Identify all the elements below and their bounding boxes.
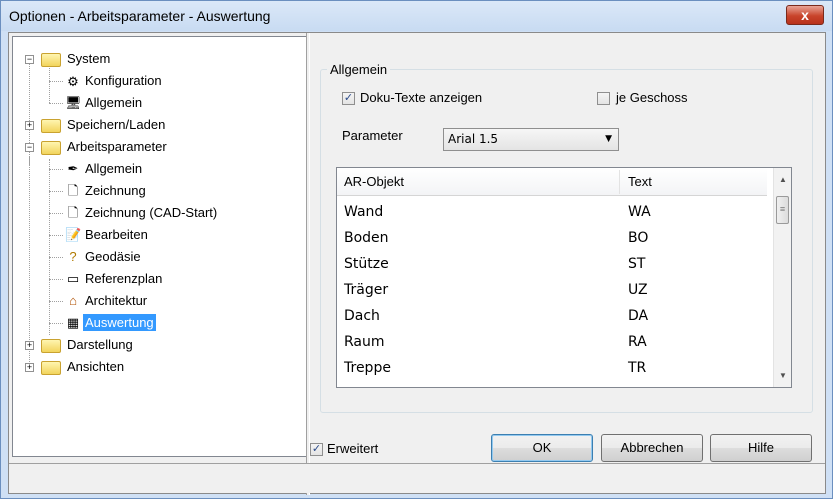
row-text: BO bbox=[628, 230, 649, 246]
list-vertical-scrollbar[interactable]: ▲ ≡ ▼ bbox=[773, 168, 791, 387]
options-dialog: Optionen - Arbeitsparameter - Auswertung… bbox=[0, 0, 833, 499]
hilfe-button[interactable]: Hilfe bbox=[710, 434, 812, 462]
doku-texte-checkbox[interactable]: ✓ bbox=[342, 92, 355, 105]
folder-icon bbox=[41, 119, 61, 133]
row-text: DA bbox=[628, 308, 649, 324]
row-object: Boden bbox=[344, 230, 389, 246]
row-text: UZ bbox=[628, 282, 648, 298]
parameter-select[interactable]: Arial 1.5 ▼ bbox=[443, 128, 619, 151]
close-icon: x bbox=[801, 7, 809, 23]
tree-item-speichern-laden[interactable]: Speichern/Laden bbox=[65, 115, 167, 135]
evaluation-icon: ▦ bbox=[66, 315, 80, 330]
list-header: AR-Objekt Text bbox=[337, 168, 767, 196]
tree-item-system-allgemein[interactable]: Allgemein bbox=[83, 93, 144, 113]
table-row[interactable]: Dach DA bbox=[337, 303, 767, 329]
tree-item-bearbeiten[interactable]: Bearbeiten bbox=[83, 225, 150, 245]
table-row[interactable]: Treppe TR bbox=[337, 355, 767, 381]
tree-item-zeichnung[interactable]: Zeichnung bbox=[83, 181, 148, 201]
close-button[interactable]: x bbox=[786, 5, 824, 25]
table-row[interactable]: Träger UZ bbox=[337, 277, 767, 303]
pen-icon: ✒ bbox=[67, 161, 79, 176]
tree-item-ansichten[interactable]: Ansichten bbox=[65, 357, 126, 377]
monitor-icon: 🖥 bbox=[65, 95, 82, 110]
table-row[interactable]: Stütze ST bbox=[337, 251, 767, 277]
expand-speichern-icon[interactable]: + bbox=[25, 121, 34, 130]
erweitert-checkbox[interactable]: ✓ bbox=[310, 443, 323, 456]
erweitert-label[interactable]: Erweitert bbox=[327, 441, 378, 456]
status-bar bbox=[9, 463, 825, 493]
scroll-up-icon[interactable]: ▲ bbox=[775, 172, 791, 188]
expand-darstellung-icon[interactable]: + bbox=[25, 341, 34, 350]
reference-plan-icon: ▭ bbox=[66, 271, 80, 286]
row-text: RA bbox=[628, 334, 647, 350]
row-object: Stütze bbox=[344, 256, 389, 272]
geodesy-icon: ? bbox=[69, 249, 77, 264]
je-geschoss-label[interactable]: je Geschoss bbox=[616, 90, 688, 105]
panel-splitter[interactable] bbox=[306, 33, 310, 495]
parameter-label: Parameter bbox=[342, 128, 403, 143]
chevron-down-icon: ▼ bbox=[605, 134, 612, 144]
tree-item-system[interactable]: System bbox=[65, 49, 112, 69]
configuration-icon: ⚙ bbox=[67, 74, 79, 89]
collapse-system-icon[interactable]: − bbox=[25, 55, 34, 64]
tree-item-zeichnung-cad-start[interactable]: Zeichnung (CAD-Start) bbox=[83, 203, 219, 223]
ok-button[interactable]: OK bbox=[491, 434, 593, 462]
je-geschoss-checkbox[interactable] bbox=[597, 92, 610, 105]
folder-open-icon bbox=[41, 53, 61, 67]
dialog-client-area: − System ⚙ Konfiguration 🖥 Allgemein + S… bbox=[8, 32, 826, 495]
tree-item-arbeitsparameter[interactable]: Arbeitsparameter bbox=[65, 137, 169, 157]
collapse-arbeitsparameter-icon[interactable]: − bbox=[25, 143, 34, 152]
row-object: Wand bbox=[344, 204, 384, 220]
ar-objekt-list[interactable]: AR-Objekt Text Wand WA Boden BO Stütze S… bbox=[336, 167, 792, 388]
row-object: Dach bbox=[344, 308, 380, 324]
expand-ansichten-icon[interactable]: + bbox=[25, 363, 34, 372]
groupbox-title: Allgemein bbox=[327, 62, 391, 77]
row-text: WA bbox=[628, 204, 651, 220]
edit-icon: 📝 bbox=[65, 227, 82, 242]
window-title: Optionen - Arbeitsparameter - Auswertung bbox=[9, 8, 271, 24]
options-tree[interactable]: − System ⚙ Konfiguration 🖥 Allgemein + S… bbox=[12, 36, 307, 457]
folder-icon bbox=[41, 339, 61, 353]
tree-item-darstellung[interactable]: Darstellung bbox=[65, 335, 135, 355]
tree-item-architektur[interactable]: Architektur bbox=[83, 291, 149, 311]
tree-item-referenzplan[interactable]: Referenzplan bbox=[83, 269, 164, 289]
house-icon: ⌂ bbox=[69, 293, 77, 308]
tree-item-konfiguration[interactable]: Konfiguration bbox=[83, 71, 164, 91]
table-row[interactable]: Wand WA bbox=[337, 199, 767, 225]
row-object: Raum bbox=[344, 334, 385, 350]
page-icon: 🗋 bbox=[67, 183, 79, 198]
scroll-down-icon[interactable]: ▼ bbox=[775, 368, 791, 384]
doku-texte-label[interactable]: Doku-Texte anzeigen bbox=[360, 90, 482, 105]
row-object: Treppe bbox=[344, 360, 391, 376]
tree-item-auswertung[interactable]: Auswertung bbox=[83, 313, 156, 333]
tree-item-ap-allgemein[interactable]: Allgemein bbox=[83, 159, 144, 179]
folder-icon bbox=[41, 361, 61, 375]
row-text: TR bbox=[628, 360, 647, 376]
title-bar[interactable]: Optionen - Arbeitsparameter - Auswertung… bbox=[1, 1, 832, 31]
folder-open-icon bbox=[41, 141, 61, 155]
row-text: ST bbox=[628, 256, 646, 272]
parameter-select-value: Arial 1.5 bbox=[448, 132, 499, 146]
tree-item-geodaesie[interactable]: Geodäsie bbox=[83, 247, 143, 267]
row-object: Träger bbox=[344, 282, 389, 298]
column-header-text[interactable]: Text bbox=[621, 168, 767, 196]
table-row[interactable]: Boden BO bbox=[337, 225, 767, 251]
column-header-ar-objekt[interactable]: AR-Objekt bbox=[337, 168, 619, 196]
abbrechen-button[interactable]: Abbrechen bbox=[601, 434, 703, 462]
table-row[interactable]: Raum RA bbox=[337, 329, 767, 355]
page-icon: 🗋 bbox=[67, 205, 79, 220]
scrollbar-thumb[interactable]: ≡ bbox=[776, 196, 789, 224]
